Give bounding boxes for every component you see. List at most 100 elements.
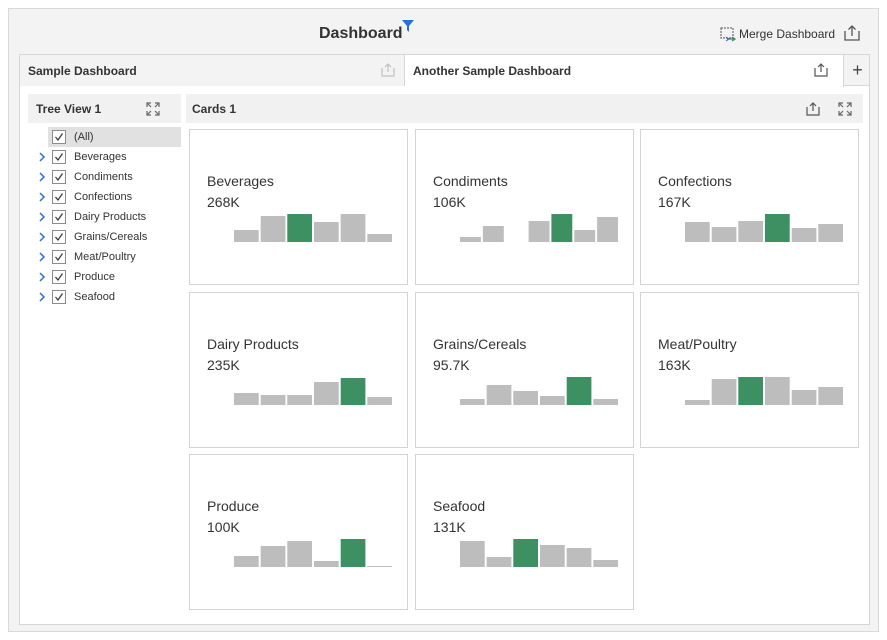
tree-item[interactable]: Produce (28, 267, 181, 287)
sparkline-bar (287, 395, 312, 405)
chevron-right-icon[interactable] (37, 231, 47, 243)
merge-dashboard-button[interactable]: Merge Dashboard (720, 24, 835, 44)
sparkline (685, 377, 843, 405)
sparkline-bar (340, 214, 366, 242)
card[interactable]: Produce 100K (189, 454, 408, 610)
sparkline-bar (260, 395, 286, 405)
tree-item[interactable]: Condiments (28, 167, 181, 187)
chevron-right-icon[interactable] (37, 251, 47, 263)
chevron-right-icon[interactable] (37, 171, 47, 183)
cards-panel: Cards 1 Beverages 268K Condiments 106K Confe… (186, 94, 863, 618)
tab-bar: Sample Dashboard Another Sample Dashboar… (20, 55, 871, 87)
card-title: Meat/Poultry (658, 336, 737, 352)
tree-item-all[interactable]: (All) (48, 127, 181, 147)
tree-item-label: Produce (74, 271, 115, 283)
tab-sample-dashboard[interactable]: Sample Dashboard (20, 55, 405, 86)
sparkline (234, 378, 392, 405)
dashboard-content: Sample Dashboard Another Sample Dashboar… (19, 54, 870, 625)
card[interactable]: Meat/Poultry 163K (640, 292, 859, 448)
tree-checkbox[interactable] (52, 170, 66, 184)
card-title: Beverages (207, 173, 274, 189)
sparkline-bar (738, 221, 763, 242)
sparkline-bar (540, 545, 565, 567)
sparkline-bar (314, 382, 339, 405)
sparkline-bar (528, 221, 550, 242)
plus-icon: + (852, 60, 863, 80)
sparkline-bar (460, 399, 485, 405)
tree-item[interactable]: Confections (28, 187, 181, 207)
tree-item[interactable]: Grains/Cereals (28, 227, 181, 247)
chevron-right-icon[interactable] (37, 271, 47, 283)
sparkline-bar (234, 556, 259, 567)
chevron-right-icon[interactable] (37, 291, 47, 303)
sparkline-bar (486, 557, 512, 567)
chevron-right-icon[interactable] (37, 191, 47, 203)
maximize-icon[interactable] (837, 101, 853, 117)
tree-checkbox[interactable] (52, 190, 66, 204)
sparkline-bar (574, 230, 596, 242)
tree-item[interactable]: Meat/Poultry (28, 247, 181, 267)
cards-header: Cards 1 (186, 94, 863, 123)
export-icon[interactable] (813, 62, 829, 78)
sparkline-bar (367, 397, 392, 405)
sparkline-bar (234, 230, 259, 242)
tree-item[interactable]: Dairy Products (28, 207, 181, 227)
add-tab-button[interactable]: + (844, 55, 871, 86)
filter-icon[interactable] (402, 20, 414, 32)
sparkline-bar (287, 541, 312, 567)
sparkline-bar (486, 385, 512, 405)
sparkline-bar (593, 399, 618, 405)
tree-checkbox[interactable] (52, 130, 66, 144)
export-icon[interactable] (843, 24, 861, 42)
checkmark-icon (55, 153, 63, 161)
maximize-icon[interactable] (145, 101, 161, 117)
card-title: Confections (658, 173, 732, 189)
card[interactable]: Grains/Cereals 95.7K (415, 292, 634, 448)
sparkline-bar (260, 546, 286, 567)
sparkline (685, 214, 843, 242)
tab-another-sample-dashboard[interactable]: Another Sample Dashboard (405, 55, 844, 87)
tree-checkbox[interactable] (52, 230, 66, 244)
export-icon[interactable] (380, 62, 396, 78)
tab-label: Another Sample Dashboard (413, 64, 572, 78)
sparkline-bar (260, 216, 286, 242)
tree-checkbox[interactable] (52, 250, 66, 264)
sparkline-bar (566, 377, 592, 405)
card[interactable]: Beverages 268K (189, 129, 408, 285)
checkmark-icon (55, 273, 63, 281)
tree-item-label: Confections (74, 191, 133, 203)
checkmark-icon (55, 253, 63, 261)
sparkline (234, 214, 392, 242)
card[interactable]: Seafood 131K (415, 454, 634, 610)
sparkline-bar (482, 226, 504, 242)
sparkline-bar (791, 390, 817, 405)
tree-list: (All) Beverages Condiments Confections Dairy… (28, 127, 181, 307)
tree-checkbox[interactable] (52, 270, 66, 284)
sparkline-bar (234, 393, 259, 405)
sparkline-bar (711, 227, 737, 242)
chevron-right-icon[interactable] (37, 151, 47, 163)
card[interactable]: Condiments 106K (415, 129, 634, 285)
sparkline (460, 539, 618, 567)
tree-item[interactable]: Seafood (28, 287, 181, 307)
card[interactable]: Confections 167K (640, 129, 859, 285)
dashboard-frame: Dashboard Merge Dashboard Sample Dashboa… (8, 8, 879, 632)
sparkline-bar (818, 224, 843, 242)
sparkline-bar (340, 539, 366, 567)
chevron-right-icon[interactable] (37, 211, 47, 223)
sparkline-bar (540, 396, 565, 405)
sparkline (460, 377, 618, 405)
tree-checkbox[interactable] (52, 290, 66, 304)
sparkline-bar (711, 379, 737, 405)
sparkline-bar (314, 561, 339, 567)
sparkline-bar (566, 548, 592, 567)
tree-item[interactable]: Beverages (28, 147, 181, 167)
sparkline-bar (340, 378, 366, 405)
export-icon[interactable] (805, 101, 821, 117)
tree-checkbox[interactable] (52, 210, 66, 224)
card-title: Seafood (433, 498, 486, 514)
card[interactable]: Dairy Products 235K (189, 292, 408, 448)
sparkline-bar (685, 400, 710, 405)
tree-item-label: Beverages (74, 151, 127, 163)
tree-checkbox[interactable] (52, 150, 66, 164)
